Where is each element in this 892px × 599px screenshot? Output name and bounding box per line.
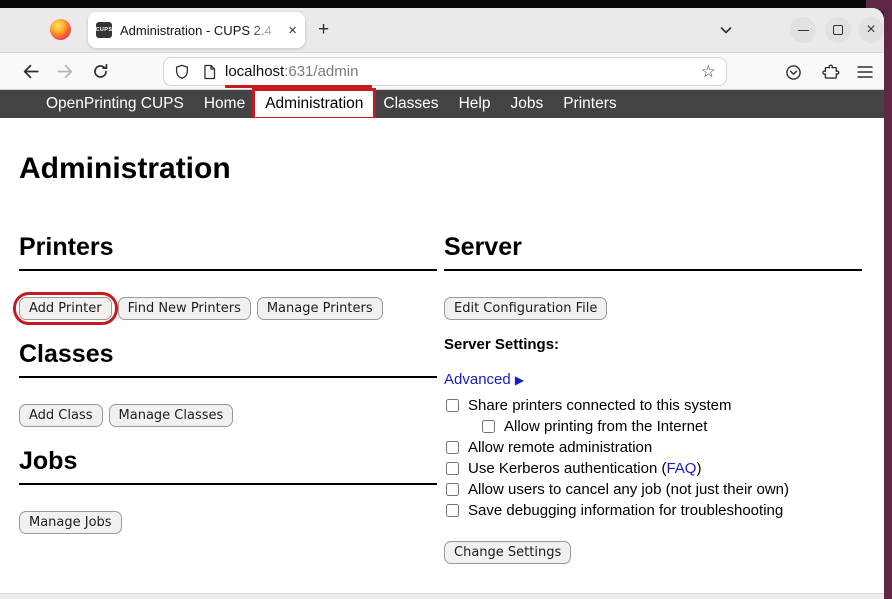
section-heading-server: Server (444, 233, 862, 271)
checkbox-row-allow-remote-administration: Allow remote administration (444, 437, 862, 458)
nav-item-administration[interactable]: Administration (255, 91, 373, 117)
classes-button-row: Add Class Manage Classes (19, 404, 437, 427)
minimize-icon (798, 30, 809, 31)
checkbox-row-share-printers-connected-to-this-system: Share printers connected to this system (444, 395, 862, 416)
manage-jobs-button[interactable]: Manage Jobs (19, 511, 122, 534)
menu-hamburger-icon[interactable] (857, 65, 873, 79)
checkbox-allow-users-to-cancel-any-job-not-just-their-own[interactable] (446, 483, 459, 496)
screen: CUPS Administration - CUPS 2.4 × + × (0, 0, 892, 599)
url-bar[interactable]: localhost:631/admin ☆ (163, 57, 727, 86)
change-settings-row: Change Settings (444, 541, 862, 564)
add-class-button[interactable]: Add Class (19, 404, 103, 427)
checkbox-allow-remote-administration[interactable] (446, 441, 459, 454)
add-printer-button[interactable]: Add Printer (19, 297, 112, 320)
minimize-button[interactable] (790, 17, 816, 43)
checkbox-row-allow-users-to-cancel-any-job-not-just-their-own: Allow users to cancel any job (not just … (444, 479, 862, 500)
checkbox-use-kerberos-authentication-faq[interactable] (446, 462, 459, 475)
extensions-puzzle-icon[interactable] (822, 63, 840, 81)
browser-window: CUPS Administration - CUPS 2.4 × + × (0, 8, 884, 599)
checkbox-label: Allow users to cancel any job (not just … (468, 481, 789, 498)
checkbox-label: Save debugging information for troublesh… (468, 502, 783, 519)
section-heading-classes: Classes (19, 340, 437, 378)
nav-item-classes[interactable]: Classes (373, 91, 448, 117)
arrow-right-icon: ▶ (515, 373, 524, 387)
checkbox-allow-printing-from-the-internet[interactable] (482, 420, 495, 433)
maximize-icon (833, 25, 843, 35)
checkbox-label: Use Kerberos authentication ( (468, 460, 666, 477)
printers-button-row: Add Printer Find New Printers Manage Print… (19, 297, 437, 320)
page-content: Administration Printers Add Printer Find N… (0, 118, 884, 593)
advanced-link[interactable]: Advanced ▶ (444, 371, 862, 388)
page-icon[interactable] (202, 64, 217, 80)
annotation-url-underline (225, 85, 372, 88)
find-new-printers-button[interactable]: Find New Printers (118, 297, 251, 320)
right-column: Server Edit Configuration File Server Se… (444, 233, 862, 564)
add-printer-annotated-wrap: Add Printer (19, 297, 112, 320)
checkbox-label: Allow printing from the Internet (504, 418, 707, 435)
titlebar: CUPS Administration - CUPS 2.4 × + × (0, 8, 884, 52)
manage-classes-button[interactable]: Manage Classes (109, 404, 234, 427)
manage-printers-button[interactable]: Manage Printers (257, 297, 383, 320)
reload-icon[interactable] (92, 63, 109, 80)
new-tab-button[interactable]: + (318, 19, 329, 41)
maximize-button[interactable] (825, 17, 851, 43)
pocket-icon[interactable] (785, 64, 802, 81)
nav: OpenPrinting CUPSHomeAdministrationClass… (0, 90, 884, 118)
browser-toolbar: localhost:631/admin ☆ (0, 52, 884, 90)
tab-title: Administration - CUPS 2.4 (120, 23, 284, 38)
checkbox-row-use-kerberos-authentication-faq: Use Kerberos authentication (FAQ) (444, 458, 862, 479)
columns: Printers Add Printer Find New Printers Mana… (19, 233, 862, 564)
tab-close-icon[interactable]: × (288, 23, 297, 38)
firefox-icon (50, 19, 71, 40)
shield-icon[interactable] (174, 64, 190, 80)
url-host: localhost (225, 63, 284, 80)
url-text[interactable]: localhost:631/admin (225, 63, 358, 80)
page-title: Administration (19, 152, 862, 185)
checkbox-row-allow-printing-from-the-internet: Allow printing from the Internet (444, 416, 862, 437)
back-button[interactable] (22, 63, 39, 80)
bookmark-star-icon[interactable]: ☆ (701, 62, 716, 82)
nav-item-openprinting-cups[interactable]: OpenPrinting CUPS (36, 91, 194, 117)
nav-item-help[interactable]: Help (449, 91, 501, 117)
nav-item-jobs[interactable]: Jobs (500, 91, 553, 117)
browser-tab[interactable]: CUPS Administration - CUPS 2.4 × (88, 12, 305, 48)
close-icon: × (866, 22, 875, 38)
window-bottom-strip (0, 593, 884, 599)
close-button[interactable]: × (858, 17, 884, 43)
checkbox-label: Allow remote administration (468, 439, 652, 456)
left-column: Printers Add Printer Find New Printers Mana… (19, 233, 437, 564)
checkbox-save-debugging-information-for-troubleshooting[interactable] (446, 504, 459, 517)
jobs-button-row: Manage Jobs (19, 511, 437, 534)
server-button-row: Edit Configuration File (444, 297, 862, 320)
advanced-link-label: Advanced (444, 371, 511, 388)
edit-configuration-file-button[interactable]: Edit Configuration File (444, 297, 607, 320)
tab-list-chevron-down-icon[interactable] (718, 22, 734, 38)
change-settings-button[interactable]: Change Settings (444, 541, 571, 564)
desktop-background-strip (884, 0, 892, 599)
section-heading-jobs: Jobs (19, 447, 437, 485)
url-path: :631/admin (284, 63, 358, 80)
forward-button[interactable] (57, 63, 74, 80)
nav-item-home[interactable]: Home (194, 91, 255, 117)
checkbox-label: Share printers connected to this system (468, 397, 731, 414)
checkbox-row-save-debugging-information-for-troubleshooting: Save debugging information for troublesh… (444, 500, 862, 521)
faq-link[interactable]: FAQ (666, 460, 696, 477)
checkbox-label-suffix: ) (696, 460, 701, 477)
nav-item-printers[interactable]: Printers (553, 91, 626, 117)
cups-favicon-icon: CUPS (96, 22, 112, 38)
section-heading-printers: Printers (19, 233, 437, 271)
checkbox-share-printers-connected-to-this-system[interactable] (446, 399, 459, 412)
server-settings-label: Server Settings: (444, 336, 862, 353)
server-settings-checkbox-list: Share printers connected to this system A… (444, 395, 862, 521)
